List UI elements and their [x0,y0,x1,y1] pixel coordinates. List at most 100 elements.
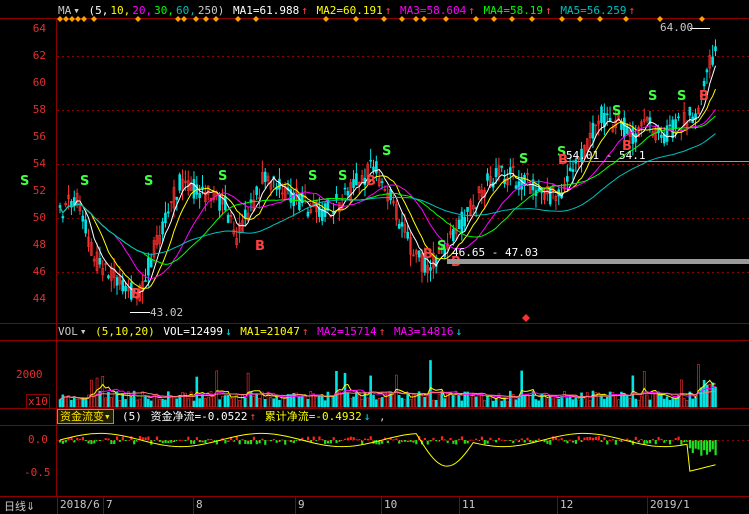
fund-bar [697,440,700,450]
dropdown-icon[interactable]: ▾ [80,325,87,338]
fund-bar [711,440,714,450]
volume-bar [135,399,139,408]
fund-bar [691,440,694,454]
month-tick [57,497,58,514]
fund-bar [591,437,595,440]
fund-bar [164,440,167,444]
fund-bar [84,440,87,441]
fund-bar [489,437,492,440]
volume-bar [694,397,697,408]
fund-bar [158,440,161,442]
volume-bar [397,394,401,408]
fund-bar [264,440,267,445]
sell-signal: S [648,89,657,104]
volume-bar [708,384,712,408]
month-tick [647,497,648,514]
event-diamond-icon [69,16,75,22]
volume-bar [124,399,127,408]
fund-bar [312,436,315,440]
month-tick [557,497,558,514]
fund-bar [583,437,586,440]
candle-body [175,196,179,200]
fund-bar [78,438,82,440]
arrow-up-icon: ↑ [378,325,386,338]
buy-signal: B [255,239,265,254]
fund-bar [141,437,144,440]
volume-bar [386,392,390,408]
volume-bar [198,398,201,408]
volume-bar [181,392,184,408]
candle-body [372,166,375,171]
fund-bar [648,440,652,444]
volume-bar [90,379,93,408]
volume-bar [409,399,412,408]
event-diamond-icon [381,16,387,22]
volume-bar [691,398,695,408]
fund-bar [272,438,275,440]
event-diamond-icon [63,16,69,22]
volume-bar [355,392,358,408]
volume-bar [565,397,569,408]
volume-bar [315,396,318,408]
vol-indicator[interactable]: VOL [58,325,78,338]
volume-bar [474,396,478,408]
event-diamond-icon [559,16,565,22]
candle-body [243,209,247,219]
volume-bar [366,397,370,408]
month-label: 2018/6 [60,498,100,511]
event-diamond-icon [193,16,199,22]
volume-bar [714,386,717,408]
fund-indicator-tab[interactable]: 资金流变▾ [57,409,114,424]
range1-label: 46.65 - 47.03 [452,246,539,259]
event-diamond-icon [623,16,629,22]
fund-bar [497,437,501,440]
volume-bars[interactable] [58,360,717,408]
fund-bar [306,436,310,440]
event-diamond-icon [91,16,97,22]
candle-body [514,185,518,189]
event-diamond-icon [577,16,583,22]
volume-bar [118,400,122,408]
volume-bar [563,391,566,408]
volume-bar [580,392,583,408]
volume-bar [226,395,230,408]
volume-bar [323,400,327,408]
candle-body [121,280,124,292]
candlesticks[interactable] [58,39,717,306]
volume-bar [380,397,384,408]
fund-cum-line [59,432,716,472]
volume-bar [432,399,435,408]
volume-bar [303,394,307,408]
volume-bar [147,398,150,408]
candle-body [665,125,669,142]
candle-body [674,119,677,129]
event-diamond-icon [473,16,479,22]
volume-bar [110,397,113,408]
fund-bar [329,440,332,444]
volume-bar [107,391,110,408]
fund-bar [700,440,703,456]
fund-bar [64,440,67,443]
volume-bar [548,395,552,408]
vol-ma1: MA1=21047 [240,325,300,338]
candle-body [226,214,230,223]
price-tick-label: 46 [32,265,46,278]
volume-bar [212,396,216,408]
volume-bar [577,399,581,408]
volume-bar [591,390,595,408]
candle-body [164,212,167,223]
vol-axis-top: 2000 [16,368,43,381]
volume-bar [503,398,506,408]
fund-bar [708,440,711,452]
fund-bar [187,436,190,440]
period-selector[interactable]: 日线⇓ [4,498,35,514]
event-diamond-icon [75,16,81,22]
fund-bar [703,440,706,451]
candle-body [346,191,350,196]
volume-bar [335,371,338,408]
event-diamond-icon [421,16,427,22]
event-diamond-icon [235,16,241,22]
fund-header: (5) 资金净流=-0.0522 ↑ 累计净流=-0.4932 ↓ , [122,409,388,425]
candle-body [115,277,119,286]
fund-bar [609,439,612,441]
